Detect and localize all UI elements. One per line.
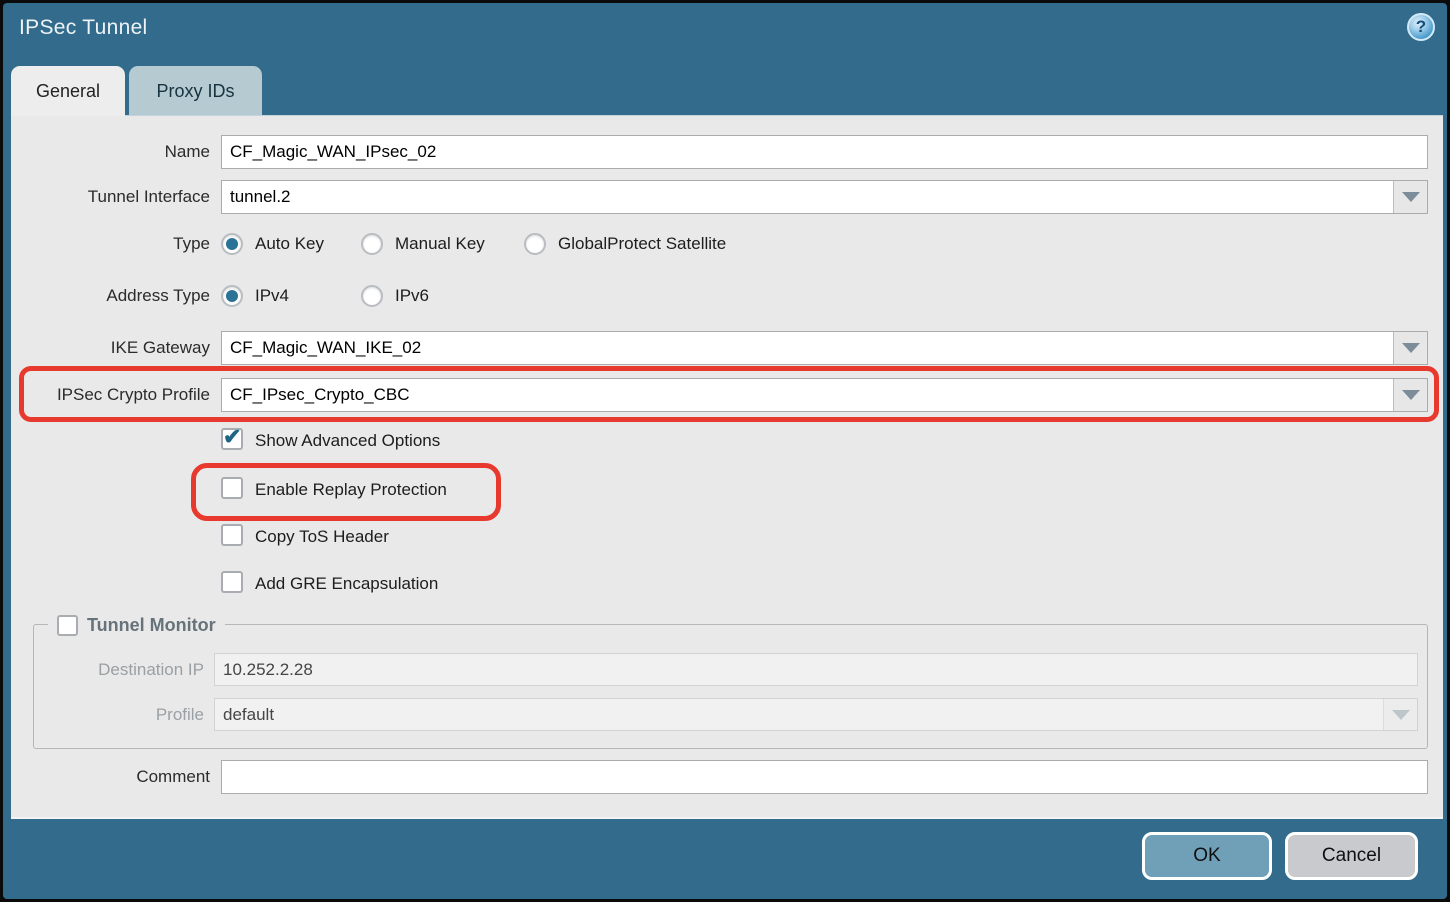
show-advanced-options-label: Show Advanced Options xyxy=(255,428,440,454)
show-advanced-options-checkbox[interactable] xyxy=(221,428,243,450)
profile-label: Profile xyxy=(44,698,204,731)
tab-proxy-ids[interactable]: Proxy IDs xyxy=(129,66,262,116)
ipsec-crypto-profile-combo xyxy=(221,378,1428,412)
profile-combo xyxy=(214,698,1418,731)
copy-tos-header-label: Copy ToS Header xyxy=(255,524,389,550)
general-tab-panel: Name Tunnel Interface Type Auto Key Manu… xyxy=(11,115,1443,819)
type-radio-globalprotect-satellite-label: GlobalProtect Satellite xyxy=(558,231,726,257)
destination-ip-label: Destination IP xyxy=(44,653,204,686)
address-type-radio-ipv4-label: IPv4 xyxy=(255,283,289,309)
tunnel-interface-input[interactable] xyxy=(222,181,1393,213)
enable-replay-protection-checkbox[interactable] xyxy=(221,477,243,499)
add-gre-encapsulation-label: Add GRE Encapsulation xyxy=(255,571,438,597)
chevron-down-icon xyxy=(1402,343,1420,353)
chevron-down-icon xyxy=(1392,710,1410,720)
comment-input[interactable] xyxy=(221,760,1428,794)
type-radio-auto-key[interactable] xyxy=(221,233,243,255)
add-gre-encapsulation-checkbox[interactable] xyxy=(221,571,243,593)
ipsec-crypto-profile-input[interactable] xyxy=(222,379,1393,411)
type-radio-globalprotect-satellite[interactable] xyxy=(524,233,546,255)
comment-label: Comment xyxy=(11,760,210,794)
tab-general[interactable]: General xyxy=(11,66,125,116)
chevron-down-icon xyxy=(1402,390,1420,400)
address-type-radio-ipv6[interactable] xyxy=(361,285,383,307)
type-radio-manual-key[interactable] xyxy=(361,233,383,255)
type-radio-manual-key-label: Manual Key xyxy=(395,231,485,257)
profile-input xyxy=(215,699,1383,730)
dialog-title: IPSec Tunnel xyxy=(19,16,148,40)
ok-button[interactable]: OK xyxy=(1142,832,1272,880)
copy-tos-header-checkbox[interactable] xyxy=(221,524,243,546)
chevron-down-icon xyxy=(1402,192,1420,202)
destination-ip-input xyxy=(214,653,1418,686)
tunnel-interface-dropdown-button[interactable] xyxy=(1393,181,1427,213)
profile-dropdown-button xyxy=(1383,699,1417,730)
enable-replay-protection-label: Enable Replay Protection xyxy=(255,477,447,503)
ipsec-tunnel-dialog: IPSec Tunnel ? General Proxy IDs Name Tu… xyxy=(3,3,1447,899)
help-question-icon[interactable]: ? xyxy=(1407,13,1435,41)
cancel-button[interactable]: Cancel xyxy=(1285,832,1418,880)
tunnel-interface-label: Tunnel Interface xyxy=(11,180,210,214)
tab-general-label: General xyxy=(36,81,100,102)
tunnel-monitor-legend: Tunnel Monitor xyxy=(48,610,225,640)
ike-gateway-dropdown-button[interactable] xyxy=(1393,332,1427,364)
tab-proxy-ids-label: Proxy IDs xyxy=(156,81,234,102)
name-input[interactable] xyxy=(221,135,1428,169)
name-label: Name xyxy=(11,135,210,169)
ike-gateway-input[interactable] xyxy=(222,332,1393,364)
address-type-radio-ipv6-label: IPv6 xyxy=(395,283,429,309)
ike-gateway-combo xyxy=(221,331,1428,365)
address-type-radio-ipv4[interactable] xyxy=(221,285,243,307)
tunnel-monitor-label: Tunnel Monitor xyxy=(87,615,216,636)
ike-gateway-label: IKE Gateway xyxy=(11,331,210,365)
tunnel-monitor-checkbox[interactable] xyxy=(57,615,78,636)
tunnel-monitor-fieldset: Tunnel Monitor Destination IP Profile xyxy=(33,624,1428,749)
ipsec-crypto-profile-label: IPSec Crypto Profile xyxy=(11,378,210,412)
type-radio-auto-key-label: Auto Key xyxy=(255,231,324,257)
tunnel-interface-combo xyxy=(221,180,1428,214)
type-label: Type xyxy=(11,231,210,257)
ipsec-crypto-profile-dropdown-button[interactable] xyxy=(1393,379,1427,411)
ipsec-tunnel-dialog-page: IPSec Tunnel ? General Proxy IDs Name Tu… xyxy=(0,0,1450,902)
address-type-label: Address Type xyxy=(11,283,210,309)
